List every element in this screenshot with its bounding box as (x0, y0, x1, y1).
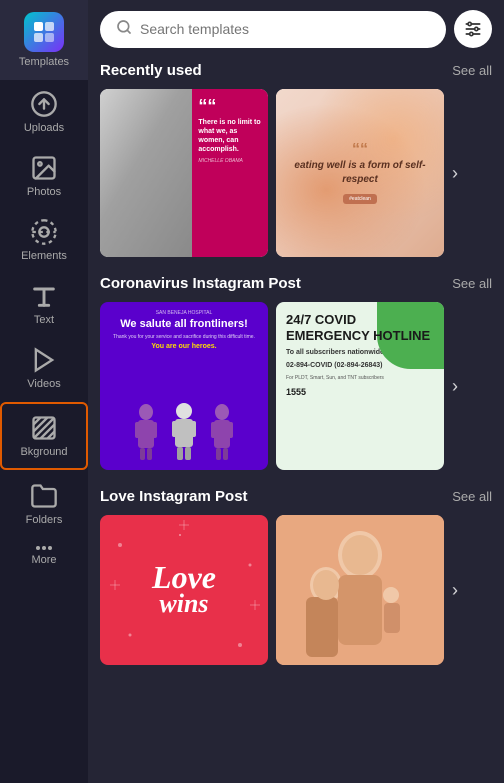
section-coronavirus: Coronavirus Instagram Post See all SAN B… (100, 275, 492, 470)
card-quote-limit[interactable]: ““ There is no limit to what we, as wome… (100, 89, 268, 257)
covid2-title: 24/7 COVID EMERGENCY HOTLINE (286, 312, 434, 343)
covid1-tagline: You are our heroes. (108, 343, 260, 350)
search-bar (88, 0, 504, 58)
card-frontliners[interactable]: SAN BENEJA HOSPITAL We salute all frontl… (100, 302, 268, 470)
sidebar-label-videos: Videos (27, 378, 60, 390)
section-header-covid: Coronavirus Instagram Post See all (100, 275, 492, 292)
folders-icon (30, 482, 58, 510)
card2-text: eating well is a form of self-respect (284, 159, 436, 187)
sidebar-item-templates[interactable]: Templates (0, 0, 88, 80)
section-title-recently: Recently used (100, 62, 202, 79)
frontliner-figure-3 (207, 402, 237, 462)
covid2-alt-number: 1555 (286, 387, 434, 397)
sidebar-item-uploads[interactable]: Uploads (0, 80, 88, 144)
sidebar-label-text: Text (34, 314, 54, 326)
search-icon (116, 19, 132, 40)
cards-row-love: Love wins (100, 515, 492, 665)
sidebar-item-photos[interactable]: Photos (0, 144, 88, 208)
sidebar-label-templates: Templates (19, 56, 69, 68)
see-all-recently[interactable]: See all (452, 63, 492, 78)
more-icon (36, 546, 52, 550)
covid1-title: We salute all frontliners! (108, 318, 260, 330)
canva-logo (24, 12, 64, 52)
frontliner-figure-2 (169, 402, 199, 462)
photos-icon (30, 154, 58, 182)
sidebar-label-folders: Folders (26, 514, 63, 526)
card1-text: There is no limit to what we, as women, … (198, 118, 262, 154)
text-icon (30, 282, 58, 310)
search-input-wrapper[interactable] (100, 11, 446, 48)
section-recently-used: Recently used See all ““ There is no lim… (100, 62, 492, 257)
sidebar-label-more: More (31, 554, 56, 566)
section-header-recently: Recently used See all (100, 62, 492, 79)
sidebar-label-uploads: Uploads (24, 122, 64, 134)
sidebar-item-text[interactable]: Text (0, 272, 88, 336)
section-header-love: Love Instagram Post See all (100, 488, 492, 505)
covid1-hospital: SAN BENEJA HOSPITAL (108, 310, 260, 316)
family-photo-svg (276, 515, 444, 665)
sidebar-item-folders[interactable]: Folders (0, 472, 88, 536)
card1-quote-mark: ““ (198, 97, 262, 115)
sidebar-item-more[interactable]: More (0, 536, 88, 576)
sidebar-label-photos: Photos (27, 186, 61, 198)
section-love: Love Instagram Post See all (100, 488, 492, 665)
card2-tag: #eatclean (343, 194, 377, 204)
card-love-wins[interactable]: Love wins (100, 515, 268, 665)
sidebar-item-background[interactable]: Bkground (0, 402, 88, 470)
sidebar-item-elements[interactable]: Elements (0, 208, 88, 272)
search-input[interactable] (140, 21, 430, 37)
sidebar-label-background: Bkground (20, 446, 67, 458)
card1-author: MICHELLE OBAMA (198, 158, 262, 164)
see-all-covid[interactable]: See all (452, 276, 492, 291)
see-all-love[interactable]: See all (452, 489, 492, 504)
covid1-subtitle: Thank you for your service and sacrifice… (108, 334, 260, 341)
uploads-icon (30, 90, 58, 118)
frontliner-figure-1 (131, 402, 161, 462)
covid2-alt-info: For PLDT, Smart, Sun, and TNT subscriber… (286, 375, 434, 381)
card-eating-well[interactable]: ““ eating well is a form of self-respect… (276, 89, 444, 257)
card-hotline[interactable]: 24/7 COVID EMERGENCY HOTLINE To all subs… (276, 302, 444, 470)
card-love-photo[interactable] (276, 515, 444, 665)
sidebar-label-elements: Elements (21, 250, 67, 262)
sidebar-item-videos[interactable]: Videos (0, 336, 88, 400)
love1-wins: wins (152, 589, 216, 619)
videos-icon (30, 346, 58, 374)
chevron-love[interactable]: › (452, 580, 458, 601)
sidebar: Templates Uploads Photos (0, 0, 88, 783)
card2-quote-mark: ““ (284, 141, 436, 159)
content-scroll[interactable]: Recently used See all ““ There is no lim… (88, 58, 504, 783)
love1-main: Love wins (152, 561, 216, 619)
chevron-covid[interactable]: › (452, 376, 458, 397)
background-icon (30, 414, 58, 442)
main-content: Recently used See all ““ There is no lim… (88, 0, 504, 783)
section-title-covid: Coronavirus Instagram Post (100, 275, 301, 292)
covid1-figures (108, 402, 260, 462)
cards-row-covid: SAN BENEJA HOSPITAL We salute all frontl… (100, 302, 492, 470)
filter-button[interactable] (454, 10, 492, 48)
section-title-love: Love Instagram Post (100, 488, 248, 505)
cards-row-recently: ““ There is no limit to what we, as wome… (100, 89, 492, 257)
elements-icon (30, 218, 58, 246)
chevron-recently[interactable]: › (452, 163, 458, 184)
